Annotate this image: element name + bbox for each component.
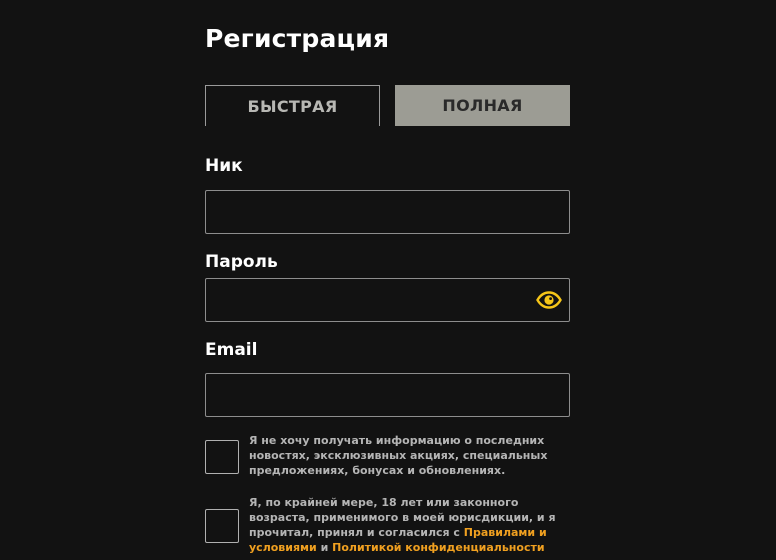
password-input[interactable] <box>205 278 570 322</box>
newsletter-checkbox[interactable] <box>205 440 239 474</box>
email-label: Email <box>205 340 258 360</box>
privacy-link[interactable]: Политикой конфиденциальности <box>332 541 544 554</box>
password-field <box>205 278 570 322</box>
terms-text-middle: и <box>316 541 333 554</box>
email-input[interactable] <box>205 373 570 417</box>
registration-page: Регистрация БЫСТРАЯ ПОЛНАЯ Ник Пароль Em… <box>0 0 776 560</box>
newsletter-text: Я не хочу получать информацию о последни… <box>249 434 548 477</box>
tab-full[interactable]: ПОЛНАЯ <box>395 85 570 126</box>
nick-label: Ник <box>205 156 243 176</box>
page-title: Регистрация <box>205 24 390 53</box>
tab-quick[interactable]: БЫСТРАЯ <box>205 85 380 126</box>
terms-text: Я, по крайней мере, 18 лет или законного… <box>249 495 559 555</box>
password-label: Пароль <box>205 252 278 272</box>
terms-checkbox[interactable] <box>205 509 239 543</box>
nick-input[interactable] <box>205 190 570 234</box>
registration-tabs: БЫСТРАЯ ПОЛНАЯ <box>205 85 570 126</box>
eye-icon[interactable] <box>536 288 562 312</box>
